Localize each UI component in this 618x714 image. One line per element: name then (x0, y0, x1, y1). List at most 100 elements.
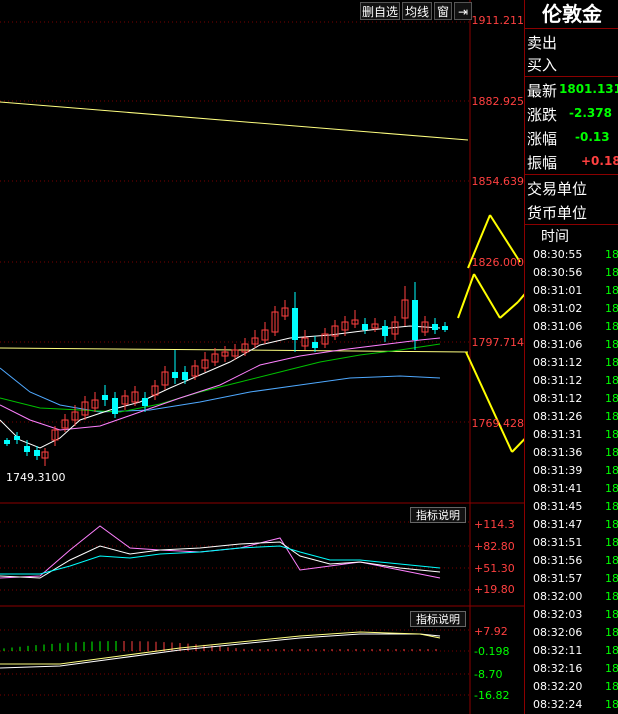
price-tick: 1797.714 (471, 336, 525, 349)
tick-time: 08:32:20 (533, 680, 583, 693)
annotation-arrow (457, 273, 475, 319)
tick-time: 08:31:31 (533, 428, 583, 441)
candle-body (34, 450, 40, 456)
tick-price: 18 (605, 356, 618, 369)
tick-price: 18 (605, 698, 618, 711)
price-tick: 1882.925 (471, 95, 525, 108)
candle-body (182, 372, 188, 380)
tick-price: 18 (605, 446, 618, 459)
tick-price: 18 (605, 320, 618, 333)
price-tick: 1769.428 (471, 417, 525, 430)
ma-line (0, 337, 441, 431)
tick-time: 08:31:57 (533, 572, 583, 585)
annotation-arrow (489, 214, 521, 263)
candle-body (102, 395, 108, 400)
tick-price: 18 (605, 428, 618, 441)
tick-price: 18 (605, 644, 618, 657)
quote-sidebar: 伦敦金 卖出 买入 最新 1801.131 涨跌 -2.378 涨幅 -0.13… (524, 0, 618, 714)
latest-label: 最新 (527, 82, 558, 100)
buy-label: 买入 (527, 56, 558, 74)
tick-price: 18 (605, 500, 618, 513)
tick-price: 18 (605, 662, 618, 675)
change-value: -2.378 (569, 106, 612, 120)
tick-price: 18 (605, 302, 618, 315)
tick-price: 18 (605, 572, 618, 585)
tick-time: 08:31:26 (533, 410, 583, 423)
changepct-value: -0.13 (575, 130, 610, 144)
indicator-tick: -16.82 (474, 689, 510, 702)
tick-time: 08:30:56 (533, 266, 583, 279)
time-header: 时间 (541, 229, 569, 245)
candle-body (292, 308, 298, 340)
indicator-tick: +7.92 (474, 625, 508, 638)
tick-price: 18 (605, 608, 618, 621)
tick-price: 18 (605, 536, 618, 549)
candle-body (172, 372, 178, 378)
annotation-arrow (499, 301, 519, 319)
tick-price: 18 (605, 482, 618, 495)
instrument-title: 伦敦金 (542, 2, 602, 26)
change-label: 涨跌 (527, 106, 558, 124)
indicator-help-button[interactable]: 指标说明 (410, 611, 466, 627)
low-price-label: 1749.3100 (6, 471, 66, 484)
indicator-line (0, 541, 441, 579)
amplitude-label: 振幅 (527, 154, 558, 172)
tick-time: 08:31:12 (533, 356, 583, 369)
indicator-tick: -8.70 (474, 668, 503, 681)
tick-time: 08:32:03 (533, 608, 583, 621)
price-tick: 1854.639 (471, 175, 525, 188)
trade-unit-label: 交易单位 (527, 180, 588, 198)
window-button[interactable]: 窗 (434, 2, 452, 20)
indicator-tick: +51.30 (474, 562, 515, 575)
ma-line (0, 367, 441, 413)
tick-time: 08:31:12 (533, 392, 583, 405)
moving-average-button[interactable]: 均线 (402, 2, 432, 20)
tick-time: 08:31:06 (533, 338, 583, 351)
tick-time: 08:31:06 (533, 320, 583, 333)
tick-price: 18 (605, 464, 618, 477)
tick-time: 08:30:55 (533, 248, 583, 261)
tick-price: 18 (605, 410, 618, 423)
tick-price: 18 (605, 680, 618, 693)
price-tick: 1826.000 (471, 256, 525, 269)
candle-body (362, 324, 368, 330)
tick-time: 08:32:16 (533, 662, 583, 675)
indicator-help-button[interactable]: 指标说明 (410, 507, 466, 523)
latest-value: 1801.131 (559, 82, 618, 96)
candle-body (112, 398, 118, 414)
tick-time: 08:32:11 (533, 644, 583, 657)
changepct-label: 涨幅 (527, 130, 558, 148)
indicator-tick: +19.80 (474, 583, 515, 596)
candle-body (412, 300, 418, 340)
indicator-tick: -0.198 (474, 645, 510, 658)
tick-time: 08:31:47 (533, 518, 583, 531)
next-page-icon[interactable]: ⇥ (454, 2, 472, 20)
tick-time: 08:31:39 (533, 464, 583, 477)
candle-body (442, 326, 448, 330)
remove-favorite-button[interactable]: 删自选 (360, 2, 400, 20)
ma-line (0, 101, 469, 141)
tick-price: 18 (605, 266, 618, 279)
candle-body (4, 440, 10, 444)
tick-time: 08:32:00 (533, 590, 583, 603)
amplitude-value: +0.18 (581, 154, 618, 168)
candle-body (312, 342, 318, 348)
tick-time: 08:31:51 (533, 536, 583, 549)
tick-price: 18 (605, 284, 618, 297)
indicator-tick: +114.3 (474, 518, 515, 531)
indicator-line (0, 525, 441, 579)
tick-price: 18 (605, 374, 618, 387)
tick-price: 18 (605, 248, 618, 261)
annotation-arrow (465, 351, 513, 453)
annotation-arrow (473, 273, 501, 319)
tick-time: 08:32:06 (533, 626, 583, 639)
tick-time: 08:31:41 (533, 482, 583, 495)
tick-time: 08:31:36 (533, 446, 583, 459)
indicator-tick: +82.80 (474, 540, 515, 553)
currency-unit-label: 货币单位 (527, 204, 588, 222)
tick-time: 08:32:24 (533, 698, 583, 711)
candle-body (14, 436, 20, 440)
kline-chart[interactable] (0, 0, 524, 714)
tick-price: 18 (605, 338, 618, 351)
tick-time: 08:31:01 (533, 284, 583, 297)
